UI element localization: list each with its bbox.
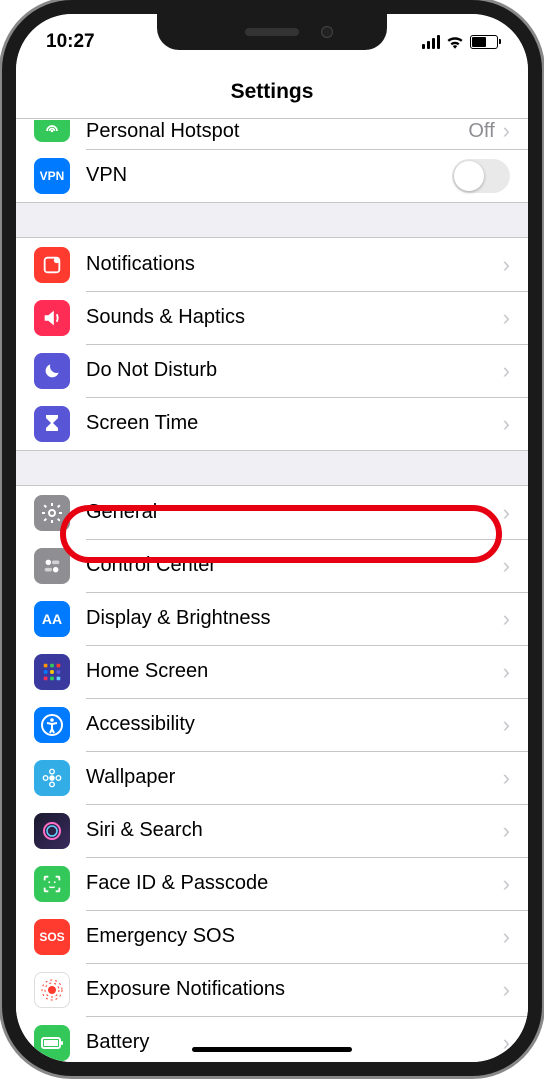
row-faceid[interactable]: Face ID & Passcode ›: [16, 857, 528, 910]
battery-icon: [470, 35, 498, 49]
chevron-right-icon: ›: [503, 1032, 510, 1054]
row-control-center[interactable]: Control Center ›: [16, 539, 528, 592]
sounds-icon: [34, 300, 70, 336]
chevron-right-icon: ›: [503, 360, 510, 382]
display-icon: AA: [34, 601, 70, 637]
chevron-right-icon: ›: [503, 120, 510, 142]
status-indicators: [422, 35, 498, 49]
row-label: Display & Brightness: [86, 607, 503, 630]
row-label: Home Screen: [86, 660, 503, 683]
row-vpn[interactable]: VPN VPN: [16, 149, 528, 202]
settings-list[interactable]: Personal Hotspot Off › VPN VPN Notificat…: [16, 119, 528, 1062]
row-display[interactable]: AA Display & Brightness ›: [16, 592, 528, 645]
row-label: Siri & Search: [86, 819, 503, 842]
settings-section-general: General › Control Center › AA Display & …: [16, 485, 528, 1062]
gear-icon: [34, 495, 70, 531]
row-accessibility[interactable]: Accessibility ›: [16, 698, 528, 751]
moon-icon: [34, 353, 70, 389]
notch: [157, 14, 387, 50]
siri-icon: [34, 813, 70, 849]
sliders-icon: [34, 548, 70, 584]
flower-icon: [34, 760, 70, 796]
row-sos[interactable]: SOS Emergency SOS ›: [16, 910, 528, 963]
chevron-right-icon: ›: [503, 502, 510, 524]
chevron-right-icon: ›: [503, 661, 510, 683]
chevron-right-icon: ›: [503, 767, 510, 789]
row-label: Wallpaper: [86, 766, 503, 789]
vpn-icon: VPN: [34, 158, 70, 194]
settings-section-notifications: Notifications › Sounds & Haptics › Do No…: [16, 237, 528, 451]
hourglass-icon: [34, 406, 70, 442]
vpn-toggle[interactable]: [452, 159, 510, 193]
row-label: General: [86, 501, 503, 524]
chevron-right-icon: ›: [503, 820, 510, 842]
row-label: Emergency SOS: [86, 925, 503, 948]
row-general[interactable]: General ›: [16, 486, 528, 539]
row-label: Screen Time: [86, 412, 503, 435]
faceid-icon: [34, 866, 70, 902]
row-label: Sounds & Haptics: [86, 306, 503, 329]
row-label: Accessibility: [86, 713, 503, 736]
settings-section-network: Personal Hotspot Off › VPN VPN: [16, 119, 528, 203]
row-label: Notifications: [86, 253, 503, 276]
row-sounds[interactable]: Sounds & Haptics ›: [16, 291, 528, 344]
row-wallpaper[interactable]: Wallpaper ›: [16, 751, 528, 804]
grid-icon: [34, 654, 70, 690]
row-label: Personal Hotspot: [86, 120, 468, 143]
sos-icon: SOS: [34, 919, 70, 955]
accessibility-icon: [34, 707, 70, 743]
row-value: Off: [468, 120, 494, 143]
chevron-right-icon: ›: [503, 873, 510, 895]
row-label: Control Center: [86, 554, 503, 577]
row-siri[interactable]: Siri & Search ›: [16, 804, 528, 857]
row-dnd[interactable]: Do Not Disturb ›: [16, 344, 528, 397]
status-time: 10:27: [46, 31, 95, 53]
phone-frame: 10:27 Settings Personal Hotspot Off › VP…: [2, 0, 542, 1076]
home-indicator[interactable]: [192, 1047, 352, 1052]
row-label: Face ID & Passcode: [86, 872, 503, 895]
chevron-right-icon: ›: [503, 555, 510, 577]
cellular-signal-icon: [422, 35, 440, 49]
wifi-icon: [446, 35, 464, 49]
row-screen-time[interactable]: Screen Time ›: [16, 397, 528, 450]
battery-row-icon: [34, 1025, 70, 1061]
row-personal-hotspot[interactable]: Personal Hotspot Off ›: [16, 119, 528, 149]
chevron-right-icon: ›: [503, 307, 510, 329]
chevron-right-icon: ›: [503, 413, 510, 435]
row-notifications[interactable]: Notifications ›: [16, 238, 528, 291]
row-battery[interactable]: Battery ›: [16, 1016, 528, 1062]
row-label: Exposure Notifications: [86, 978, 503, 1001]
chevron-right-icon: ›: [503, 254, 510, 276]
page-title: Settings: [16, 70, 528, 119]
row-exposure[interactable]: Exposure Notifications ›: [16, 963, 528, 1016]
hotspot-icon: [34, 120, 70, 142]
chevron-right-icon: ›: [503, 608, 510, 630]
row-label: Do Not Disturb: [86, 359, 503, 382]
row-home-screen[interactable]: Home Screen ›: [16, 645, 528, 698]
exposure-icon: [34, 972, 70, 1008]
notifications-icon: [34, 247, 70, 283]
chevron-right-icon: ›: [503, 714, 510, 736]
chevron-right-icon: ›: [503, 926, 510, 948]
row-label: VPN: [86, 164, 452, 187]
chevron-right-icon: ›: [503, 979, 510, 1001]
